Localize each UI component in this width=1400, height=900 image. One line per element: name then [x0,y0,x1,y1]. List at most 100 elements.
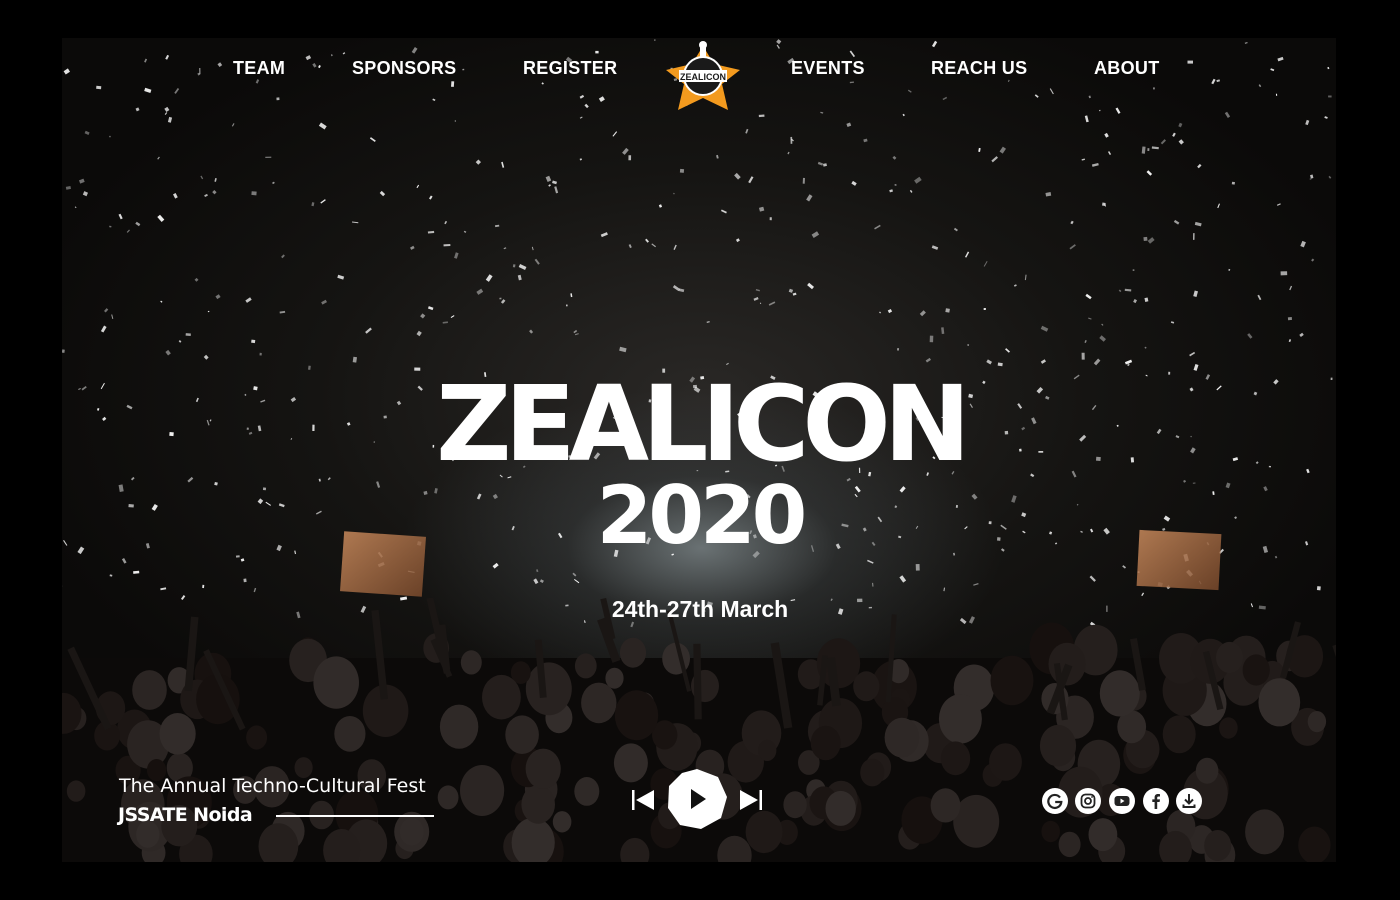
download-link[interactable] [1176,788,1202,814]
zealicon-logo[interactable]: ZEALICON [662,40,744,114]
nav-about-link[interactable]: ABOUT [1094,58,1160,79]
crowd-head [482,674,521,720]
confetti-piece [65,185,72,190]
confetti-piece [102,416,107,421]
crowd-head [619,637,647,668]
raised-arm [693,643,702,720]
confetti-piece [1275,93,1278,96]
confetti-piece [929,335,934,343]
confetti-piece [84,130,90,136]
confetti-piece [476,288,484,295]
confetti-piece [1258,84,1262,88]
confetti-piece [126,404,133,410]
confetti-piece [628,155,632,161]
hero-year: 2020 [596,469,808,562]
crowd-head [825,790,856,826]
confetti-piece [678,288,685,293]
youtube-link[interactable] [1109,788,1135,814]
logo-badge-icon: ZEALICON [666,41,740,110]
google-link[interactable] [1042,788,1068,814]
confetti-piece [573,329,578,334]
instagram-link[interactable] [1075,788,1101,814]
confetti-piece [769,217,772,221]
confetti-piece [318,64,321,69]
nav-register-link[interactable]: REGISTER [523,58,617,79]
confetti-piece [964,251,970,258]
confetti-piece [566,304,568,307]
confetti-piece [600,232,608,238]
confetti-piece [109,574,113,577]
confetti-piece [351,221,359,224]
confetti-piece [499,297,502,300]
confetti-piece [278,503,285,508]
confetti-piece [914,176,922,184]
confetti-piece [734,172,741,180]
confetti-piece [151,503,158,511]
nav-sponsors-link[interactable]: SPONSORS [352,58,456,79]
confetti-piece [1163,515,1171,522]
confetti-piece [330,54,333,57]
confetti-piece [745,128,749,134]
confetti-piece [867,559,874,564]
confetti-piece [1091,162,1099,167]
confetti-piece [1211,78,1216,85]
confetti-piece [572,572,577,577]
nav-team-link[interactable]: TEAM [233,58,285,79]
nav-events-link[interactable]: EVENTS [791,58,865,79]
confetti-piece [1103,527,1110,535]
confetti-piece [579,94,585,99]
skip-previous-button[interactable] [630,787,656,813]
confetti-piece [1300,240,1306,248]
crowd-head [574,777,600,806]
confetti-piece [118,213,123,220]
confetti-piece [999,146,1007,154]
facebook-link[interactable] [1143,788,1169,814]
skip-next-button[interactable] [738,787,764,813]
confetti-piece [790,136,793,144]
confetti-piece [768,301,776,306]
confetti-piece [200,175,204,180]
confetti-piece [245,297,252,303]
confetti-piece [164,112,168,115]
confetti-piece [1084,339,1087,344]
confetti-piece [164,106,170,112]
confetti-piece [735,238,740,243]
crowd-head [460,650,482,675]
crowd-head [313,656,359,709]
confetti-piece [276,97,280,101]
confetti-piece [1217,203,1220,209]
divider-line [276,815,434,817]
confetti-piece [1212,491,1215,496]
crowd-head [860,758,885,787]
confetti-piece [1178,122,1183,128]
confetti-piece [1225,482,1231,489]
confetti-piece [654,39,656,41]
confetti-piece [1328,175,1332,179]
confetti-piece [281,254,285,259]
confetti-piece [545,175,552,183]
confetti-piece [991,156,998,163]
confetti-piece [126,229,130,233]
confetti-piece [109,135,111,138]
crowd-head [938,694,982,744]
nav-reach-us-link[interactable]: REACH US [931,58,1027,79]
confetti-piece [411,47,418,54]
confetti-piece [1118,289,1122,293]
confetti-piece [887,308,893,314]
confetti-piece [1192,482,1196,484]
confetti-piece [907,89,912,93]
confetti-piece [204,193,208,197]
confetti-piece [1089,575,1096,582]
crowd-head [525,748,561,789]
confetti-piece [194,277,199,282]
confetti-piece [673,244,677,250]
play-button[interactable] [666,768,728,830]
confetti-piece [342,52,346,55]
confetti-piece [1101,323,1104,326]
confetti-piece [552,180,558,185]
crowd-head [439,704,479,749]
confetti-piece [849,50,856,58]
confetti-piece [863,138,868,143]
confetti-piece [451,81,455,87]
confetti-piece [165,349,171,356]
